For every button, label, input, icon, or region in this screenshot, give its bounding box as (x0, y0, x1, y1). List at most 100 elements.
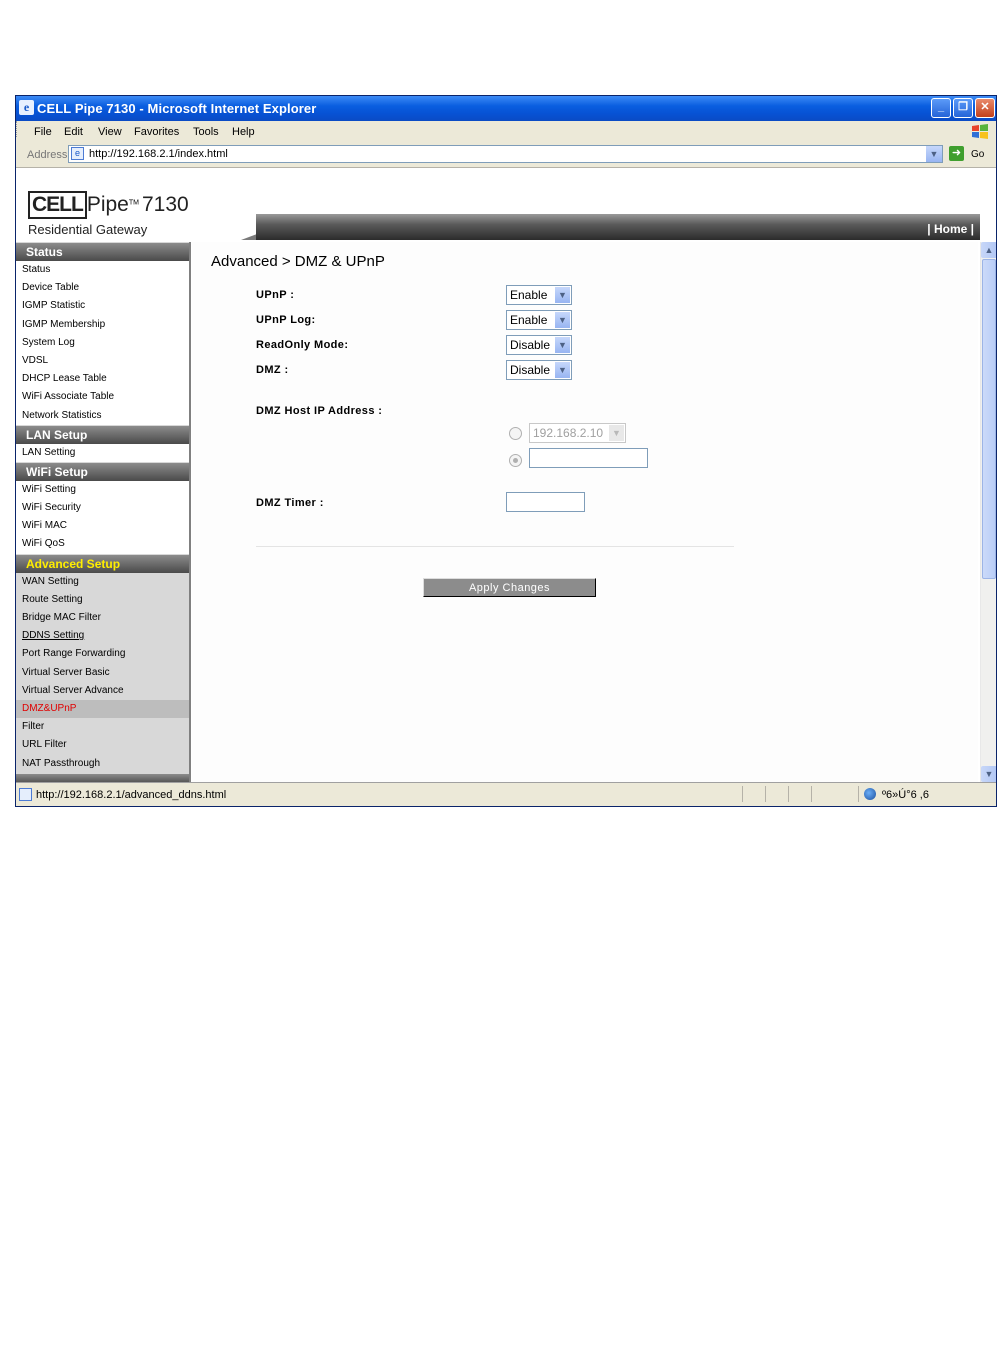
sidebar-item-igmp-membership[interactable]: IGMP Membership (16, 316, 189, 334)
page-status-icon (19, 788, 32, 801)
upnp-log-select-value: Enable (510, 313, 548, 327)
sidebar-section-status[interactable]: Status (16, 242, 189, 261)
menu-view[interactable]: View (98, 126, 122, 138)
home-link[interactable]: | Home | (927, 222, 974, 236)
security-zone-text: º6»Ú°6 ,6 (882, 789, 929, 801)
chevron-down-icon[interactable]: ▼ (555, 337, 570, 353)
status-separator (788, 786, 789, 802)
sidebar-item-filter[interactable]: Filter (16, 718, 189, 736)
dmz-label: DMZ : (256, 364, 289, 376)
dmz-host-ip-select[interactable]: 192.168.2.10 ▼ (529, 423, 626, 443)
logo-tm: TM (128, 199, 139, 207)
readonly-mode-label: ReadOnly Mode: (256, 339, 349, 351)
page-title: Advanced > DMZ & UPnP (211, 253, 385, 270)
title-bar[interactable]: e CELL Pipe 7130 - Microsoft Internet Ex… (16, 96, 996, 121)
page-icon: e (71, 147, 84, 160)
upnp-log-select[interactable]: Enable ▼ (506, 310, 572, 330)
status-separator (742, 786, 743, 802)
sidebar-item-network-statistics[interactable]: Network Statistics (16, 407, 189, 425)
upnp-select-value: Enable (510, 288, 548, 302)
sidebar-item-virtual-server-advance[interactable]: Virtual Server Advance (16, 682, 189, 700)
vertical-scrollbar[interactable]: ▲ ▼ (980, 242, 996, 782)
readonly-mode-select-value: Disable (510, 338, 551, 352)
address-input[interactable]: e http://192.168.2.1/index.html ▼ (68, 145, 943, 163)
sidebar-item-nat-passthrough[interactable]: NAT Passthrough (16, 755, 189, 773)
main-content: Advanced > DMZ & UPnP UPnP : Enable ▼ UP… (192, 242, 978, 782)
sidebar-item-device-table[interactable]: Device Table (16, 279, 189, 297)
menu-bar: File Edit View Favorites Tools Help (16, 121, 996, 144)
sidebar-item-vdsl[interactable]: VDSL (16, 352, 189, 370)
maximize-button[interactable]: ❐ (953, 98, 973, 118)
dmz-host-input-radio[interactable] (509, 454, 522, 467)
logo-pipe: Pipe (86, 193, 129, 216)
scroll-up-icon[interactable]: ▲ (981, 242, 996, 258)
dmz-select[interactable]: Disable ▼ (506, 360, 572, 380)
sidebar-item-wifi-associate-table[interactable]: WiFi Associate Table (16, 388, 189, 406)
go-arrow-icon[interactable]: ➜ (949, 146, 964, 161)
menu-help[interactable]: Help (232, 126, 255, 138)
chevron-down-icon[interactable]: ▼ (555, 312, 570, 328)
dmz-host-ip-select-value: 192.168.2.10 (533, 426, 604, 440)
close-button[interactable]: ✕ (975, 98, 995, 118)
sidebar-section-cut-off (16, 772, 189, 782)
status-separator (765, 786, 766, 802)
status-bar: http://192.168.2.1/advanced_ddns.html º6… (16, 782, 996, 806)
sidebar-item-dhcp-lease-table[interactable]: DHCP Lease Table (16, 370, 189, 388)
toolbar-grip (16, 121, 19, 137)
sidebar-item-wifi-security[interactable]: WiFi Security (16, 499, 189, 517)
window-title: CELL Pipe 7130 - Microsoft Internet Expl… (37, 101, 317, 116)
go-button[interactable]: Go (971, 149, 984, 160)
chevron-down-icon[interactable]: ▼ (609, 425, 624, 441)
sidebar-item-port-range-forwarding[interactable]: Port Range Forwarding (16, 645, 189, 663)
readonly-mode-select[interactable]: Disable ▼ (506, 335, 572, 355)
status-separator (858, 786, 859, 802)
menu-tools[interactable]: Tools (193, 126, 219, 138)
address-url: http://192.168.2.1/index.html (89, 148, 228, 160)
menu-favorites[interactable]: Favorites (134, 126, 179, 138)
sidebar-item-wifi-qos[interactable]: WiFi QoS (16, 535, 189, 553)
menu-file[interactable]: File (34, 126, 52, 138)
internet-zone-icon (864, 788, 876, 800)
sidebar-section-lan-setup[interactable]: LAN Setup (16, 424, 189, 444)
dmz-timer-input[interactable] (506, 492, 585, 512)
sidebar-item-ddns-setting[interactable]: DDNS Setting (16, 627, 189, 645)
upnp-select[interactable]: Enable ▼ (506, 285, 572, 305)
windows-logo-icon (972, 124, 988, 139)
upnp-log-label: UPnP Log: (256, 314, 316, 326)
sidebar-item-url-filter[interactable]: URL Filter (16, 736, 189, 754)
sidebar-item-virtual-server-basic[interactable]: Virtual Server Basic (16, 664, 189, 682)
page-viewport: CELL PipeTM 7130 Residential Gateway | Hom… (16, 168, 980, 782)
ie-icon: e (19, 100, 34, 115)
apply-changes-button[interactable]: Apply Changes (423, 578, 596, 597)
scroll-down-icon[interactable]: ▼ (981, 766, 996, 782)
dmz-host-ip-input[interactable] (529, 448, 648, 468)
sidebar-nav: Status Status Device Table IGMP Statisti… (16, 242, 191, 782)
scroll-thumb[interactable] (982, 259, 996, 579)
minimize-button[interactable]: _ (931, 98, 951, 118)
sidebar-item-wifi-setting[interactable]: WiFi Setting (16, 481, 189, 499)
sidebar-item-wifi-mac[interactable]: WiFi MAC (16, 517, 189, 535)
sidebar-item-lan-setting[interactable]: LAN Setting (16, 444, 189, 462)
dmz-select-value: Disable (510, 363, 551, 377)
sidebar-item-wan-setting[interactable]: WAN Setting (16, 573, 189, 591)
dmz-host-select-radio[interactable] (509, 427, 522, 440)
address-bar: Address e http://192.168.2.1/index.html … (16, 143, 996, 168)
status-text: http://192.168.2.1/advanced_ddns.html (36, 789, 227, 801)
chevron-down-icon[interactable]: ▼ (555, 287, 570, 303)
sidebar-item-route-setting[interactable]: Route Setting (16, 591, 189, 609)
chevron-down-icon[interactable]: ▼ (555, 362, 570, 378)
sidebar-item-igmp-statistic[interactable]: IGMP Statistic (16, 297, 189, 315)
sidebar-section-advanced-setup[interactable]: Advanced Setup (16, 553, 189, 573)
logo-subtitle: Residential Gateway (28, 222, 148, 237)
sidebar-item-status[interactable]: Status (16, 261, 189, 279)
sidebar-item-dmz-upnp[interactable]: DMZ&UPnP (16, 699, 189, 719)
sidebar-item-bridge-mac-filter[interactable]: Bridge MAC Filter (16, 609, 189, 627)
sidebar-section-wifi-setup[interactable]: WiFi Setup (16, 461, 189, 481)
address-dropdown-icon[interactable]: ▼ (926, 146, 942, 162)
header-banner (256, 214, 980, 240)
browser-window: e CELL Pipe 7130 - Microsoft Internet Ex… (15, 95, 997, 807)
sidebar-item-system-log[interactable]: System Log (16, 334, 189, 352)
logo-cell: CELL (28, 191, 87, 219)
menu-edit[interactable]: Edit (64, 126, 83, 138)
advanced-setup-list: WAN Setting Route Setting Bridge MAC Fil… (16, 572, 189, 773)
